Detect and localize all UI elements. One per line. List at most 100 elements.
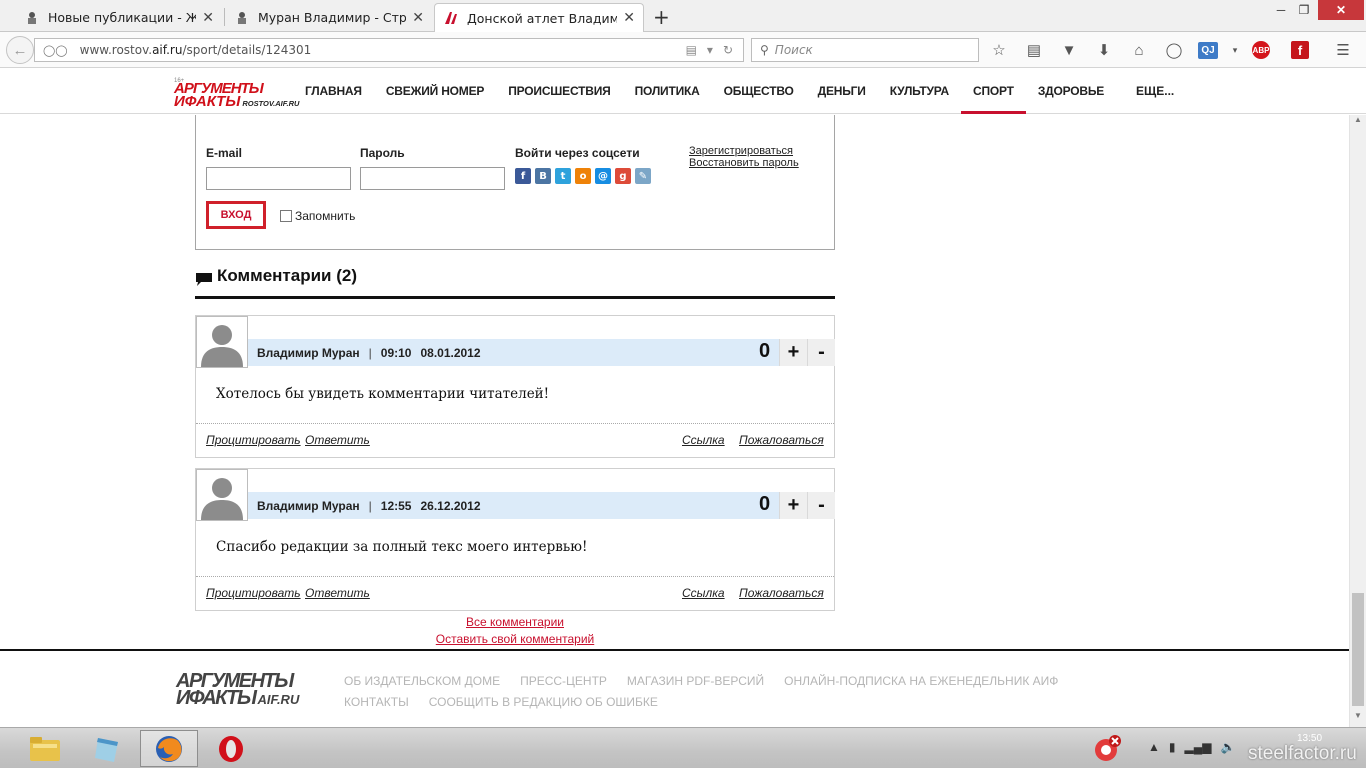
qj-icon[interactable]: QJ (1198, 41, 1218, 59)
nav-item-7[interactable]: СПОРТ (961, 68, 1026, 114)
window-minimize-button[interactable]: ─ (1268, 0, 1294, 20)
volume-icon[interactable]: 🔈 (1220, 740, 1235, 754)
nav-item-4[interactable]: ОБЩЕСТВО (712, 68, 806, 114)
avatar[interactable] (196, 469, 248, 521)
footer-link[interactable]: КОНТАКТЫ (344, 695, 409, 709)
restore-password-link[interactable]: Восстановить пароль (689, 157, 799, 169)
user-silhouette-icon (201, 478, 243, 520)
twitter-icon[interactable]: t (555, 168, 571, 184)
reply-link[interactable]: Ответить (305, 586, 370, 600)
bookmark-star-icon[interactable]: ☆ (988, 40, 1010, 60)
comments-title: Комментарии (2) (217, 266, 357, 285)
footer-link[interactable]: ОНЛАЙН-ПОДПИСКА НА ЕЖЕНЕДЕЛЬНИК АИФ (784, 674, 1058, 688)
quote-link[interactable]: Процитировать (206, 433, 301, 447)
comment-item: Владимир Муран | 12:55 26.12.2012 0 + - Спасибо… (195, 468, 835, 611)
permalink-link[interactable]: Ссылка (682, 433, 725, 447)
page-scrollbar[interactable]: ▲ ▼ (1349, 115, 1366, 727)
nav-item-5[interactable]: ДЕНЬГИ (806, 68, 878, 114)
account-links: Зарегистрироваться Восстановить пароль (689, 145, 799, 169)
site-header: 16+ АРГУМЕНТЫ ИФАКТЫ ROSTOV.AIF.RU ГЛАВНА… (0, 68, 1366, 114)
odnoklassniki-icon[interactable]: о (575, 168, 591, 184)
flash-icon[interactable]: f (1291, 41, 1309, 59)
footer-link[interactable]: СООБЩИТЬ В РЕДАКЦИЮ ОБ ОШИБКЕ (429, 695, 658, 709)
window-maximize-button[interactable]: ❐ (1294, 0, 1314, 20)
new-tab-button[interactable]: + (653, 5, 670, 29)
nav-item-2[interactable]: ПРОИСШЕСТВИЯ (496, 68, 622, 114)
all-comments-link[interactable]: Все комментарии (195, 614, 835, 631)
dropdown-arrow-icon[interactable]: ▾ (707, 43, 713, 57)
network-icon[interactable]: ▂▄▆ (1185, 740, 1212, 754)
remember-checkbox[interactable] (280, 210, 292, 222)
social-login-label: Войти через соцсети (515, 146, 640, 160)
vote-up-button[interactable]: + (779, 339, 807, 366)
nav-item-0[interactable]: ГЛАВНАЯ (293, 68, 374, 114)
back-button[interactable]: ← (6, 36, 34, 64)
site-identity-icon[interactable]: ◯◯ (43, 44, 68, 57)
show-hidden-icons-icon[interactable]: ▲ (1148, 740, 1160, 754)
facebook-icon[interactable]: f (515, 168, 531, 184)
footer-links-row-1: ОБ ИЗДАТЕЛЬСКОМ ДОМЕ ПРЕСС-ЦЕНТР МАГАЗИН P… (344, 671, 1194, 692)
vote-up-button[interactable]: + (779, 492, 807, 519)
window-close-button[interactable]: ✕ (1318, 0, 1364, 20)
download-icon[interactable]: ⬇ (1093, 40, 1115, 60)
dropdown-arrow-icon[interactable]: ▾ (1231, 40, 1239, 60)
googleplus-icon[interactable]: g (615, 168, 631, 184)
reading-list-icon[interactable]: ▤ (1023, 40, 1045, 60)
comment-author[interactable]: Владимир Муран (257, 346, 360, 360)
nav-item-6[interactable]: КУЛЬТУРА (878, 68, 961, 114)
address-bar[interactable]: ◯◯ www.rostov.aif.ru/sport/details/12430… (34, 38, 744, 62)
explorer-taskbar-button[interactable] (16, 730, 74, 767)
avatar[interactable] (196, 316, 248, 368)
register-link[interactable]: Зарегистрироваться (689, 145, 799, 157)
login-button[interactable]: ВХОД (206, 201, 266, 229)
tab-close-icon[interactable]: ✕ (202, 10, 214, 26)
browser-tab-1[interactable]: Новые публикации - ЖЕ... ✕ (16, 3, 222, 32)
report-link[interactable]: Пожаловаться (739, 433, 824, 447)
opera-taskbar-button[interactable] (202, 730, 260, 767)
nav-item-3[interactable]: ПОЛИТИКА (623, 68, 712, 114)
site-logo[interactable]: 16+ АРГУМЕНТЫ ИФАКТЫ ROSTOV.AIF.RU (174, 78, 299, 109)
mailru-icon[interactable]: @ (595, 168, 611, 184)
menu-icon[interactable]: ☰ (1332, 40, 1354, 60)
remember-me[interactable]: Запомнить (280, 209, 355, 223)
adblock-icon[interactable]: ABP (1252, 41, 1270, 59)
meta-separator: | (368, 498, 372, 513)
tray-app-button[interactable] (1082, 730, 1132, 767)
tab-close-icon[interactable]: ✕ (623, 10, 635, 26)
reply-link[interactable]: Ответить (305, 433, 370, 447)
nav-more-link[interactable]: ЕЩЕ... (1136, 68, 1174, 114)
footer-link[interactable]: ПРЕСС-ЦЕНТР (520, 674, 607, 688)
age-rating: 16+ (174, 78, 185, 84)
vkontakte-icon[interactable]: B (535, 168, 551, 184)
home-icon[interactable]: ⌂ (1128, 40, 1150, 60)
footer-logo[interactable]: АРГУМЕНТЫ ИФАКТЫ AIF.RU (176, 671, 299, 708)
footer-link[interactable]: МАГАЗИН PDF-ВЕРСИЙ (627, 674, 764, 688)
browser-tab-2[interactable]: Муран Владимир - Стра... ✕ (226, 3, 432, 32)
power-icon[interactable]: ▮ (1169, 740, 1176, 754)
reader-view-icon[interactable]: ▤ (686, 43, 697, 57)
password-input[interactable] (360, 167, 505, 190)
chat-icon[interactable]: ◯ (1163, 40, 1185, 60)
footer-link[interactable]: ОБ ИЗДАТЕЛЬСКОМ ДОМЕ (344, 674, 500, 688)
livejournal-icon[interactable]: ✎ (635, 168, 651, 184)
comment-author[interactable]: Владимир Муран (257, 499, 360, 513)
nav-item-8[interactable]: ЗДОРОВЬЕ (1026, 68, 1116, 114)
vote-down-button[interactable]: - (807, 339, 835, 366)
scroll-down-icon[interactable]: ▼ (1354, 711, 1362, 720)
email-input[interactable] (206, 167, 351, 190)
search-box[interactable]: ⚲ Поиск (751, 38, 979, 62)
report-link[interactable]: Пожаловаться (739, 586, 824, 600)
firefox-taskbar-button[interactable] (140, 730, 198, 767)
scroll-up-icon[interactable]: ▲ (1354, 115, 1362, 124)
vote-down-button[interactable]: - (807, 492, 835, 519)
permalink-link[interactable]: Ссылка (682, 586, 725, 600)
reload-icon[interactable]: ↻ (723, 43, 733, 57)
leave-comment-link[interactable]: Оставить свой комментарий (195, 631, 835, 648)
nav-item-1[interactable]: СВЕЖИЙ НОМЕР (374, 68, 496, 114)
scrollbar-thumb[interactable] (1352, 593, 1364, 706)
notes-taskbar-button[interactable] (78, 730, 136, 767)
pocket-icon[interactable]: ▼ (1058, 40, 1080, 60)
tab-close-icon[interactable]: ✕ (412, 10, 424, 26)
browser-tab-3-active[interactable]: Донской атлет Владимир... ✕ (434, 3, 644, 32)
quote-link[interactable]: Процитировать (206, 586, 301, 600)
